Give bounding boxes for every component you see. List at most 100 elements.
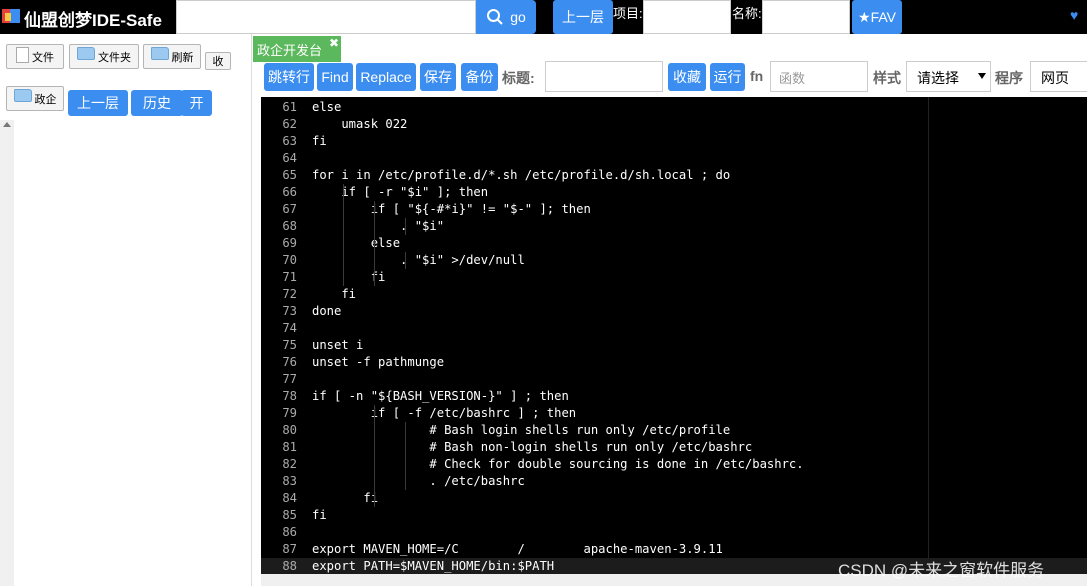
run-button[interactable]: 运行 (710, 63, 745, 91)
code-text: done (312, 304, 342, 318)
gov-folder-button[interactable]: 政企 (6, 86, 64, 111)
find-button[interactable]: Find (317, 63, 353, 91)
style-label: 样式 (873, 70, 901, 86)
code-line[interactable]: 71 fi (261, 269, 1087, 286)
open-button[interactable]: 开 (181, 90, 212, 116)
line-number: 78 (282, 389, 297, 403)
code-line[interactable]: 82 # Check for double sourcing is done i… (261, 456, 1087, 473)
code-line[interactable]: 75 unset i (261, 337, 1087, 354)
code-line[interactable]: 72 fi (261, 286, 1087, 303)
file-tree-scrollbar[interactable] (0, 120, 14, 586)
line-number: 84 (282, 491, 297, 505)
indent-guide (343, 184, 344, 286)
code-line[interactable]: 74 (261, 320, 1087, 337)
new-file-button[interactable]: 文件 (6, 44, 64, 69)
line-number: 65 (282, 168, 297, 182)
heart-icon[interactable]: ♥ (1070, 7, 1078, 23)
code-text: export MAVEN_HOME=/C / apache-maven-3.9.… (312, 542, 723, 556)
code-line[interactable]: 68 . "$i" (261, 218, 1087, 235)
line-number: 79 (282, 406, 297, 420)
code-line[interactable]: 61 else (261, 99, 1087, 116)
code-line[interactable]: 66 if [ -r "$i" ]; then (261, 184, 1087, 201)
function-input[interactable]: 函数 (770, 61, 868, 92)
fav-button[interactable]: ★FAV (852, 0, 902, 34)
line-number: 85 (282, 508, 297, 522)
code-line[interactable]: 84 fi (261, 490, 1087, 507)
go-button[interactable]: go (476, 0, 536, 34)
code-line[interactable]: 67 if [ "${-#*i}" != "$-" ]; then (261, 201, 1087, 218)
scroll-up-arrow-icon[interactable] (3, 122, 11, 127)
name-input[interactable] (762, 0, 850, 34)
line-number: 64 (282, 151, 297, 165)
folder-icon (77, 47, 95, 60)
title-input[interactable] (545, 61, 663, 92)
program-select[interactable]: 网页 (1030, 61, 1087, 92)
gov-label: 政企 (34, 93, 57, 106)
line-number: 61 (282, 100, 297, 114)
code-line[interactable]: 77 (261, 371, 1087, 388)
code-text: fi (312, 508, 327, 522)
indent-guide (405, 252, 406, 269)
project-input[interactable] (643, 0, 731, 34)
code-text: fi (312, 491, 379, 505)
save-button[interactable]: 保存 (420, 63, 456, 91)
code-line[interactable]: 81 # Bash non-login shells run only /etc… (261, 439, 1087, 456)
program-label: 程序 (995, 70, 1023, 86)
tab-label: 政企开发台 (257, 42, 323, 58)
fn-label: fn (750, 68, 764, 84)
app-logo-icon (2, 9, 20, 23)
goto-line-button[interactable]: 跳转行 (264, 63, 314, 91)
code-line[interactable]: 69 else (261, 235, 1087, 252)
line-number: 63 (282, 134, 297, 148)
code-text: if [ -r "$i" ]; then (312, 185, 489, 199)
code-editor[interactable]: 61 else 62 umask 022 63 fi 64 65 for i in /etc/… (261, 97, 1087, 574)
code-line[interactable]: 86 (261, 524, 1087, 541)
search-icon (487, 9, 503, 25)
code-line[interactable]: 65 for i in /etc/profile.d/*.sh /etc/prof… (261, 167, 1087, 184)
collapse-button[interactable]: 收 (205, 52, 231, 70)
watermark: CSDN @未来之窗软件服务 (838, 561, 1045, 580)
new-folder-button[interactable]: 文件夹 (69, 44, 139, 69)
code-line[interactable]: 85 fi (261, 507, 1087, 524)
close-icon[interactable]: ✖ (329, 37, 341, 49)
code-text: unset i (312, 338, 364, 352)
line-number: 86 (282, 525, 297, 539)
collect-button[interactable]: 收藏 (668, 63, 706, 91)
line-number: 71 (282, 270, 297, 284)
code-line[interactable]: 70 . "$i" >/dev/null (261, 252, 1087, 269)
top-bar (0, 0, 1087, 34)
code-line[interactable]: 83 . /etc/bashrc (261, 473, 1087, 490)
line-number: 67 (282, 202, 297, 216)
code-line[interactable]: 64 (261, 150, 1087, 167)
panel-splitter[interactable] (251, 34, 252, 586)
go-label: go (510, 9, 526, 25)
path-input[interactable] (176, 0, 476, 34)
refresh-label: 刷新 (171, 51, 194, 64)
code-text: if [ -n "${BASH_VERSION-}" ] ; then (312, 389, 569, 403)
line-number: 76 (282, 355, 297, 369)
code-text: # Bash non-login shells run only /etc/ba… (312, 440, 753, 454)
indent-guide (374, 201, 375, 286)
topbar-up-button[interactable]: 上一层 (553, 0, 613, 34)
project-label: 项目: (613, 6, 643, 21)
tab-gov-dev[interactable]: 政企开发台 (253, 36, 341, 62)
history-button[interactable]: 历史 (131, 90, 183, 116)
code-line[interactable]: 78 if [ -n "${BASH_VERSION-}" ] ; then (261, 388, 1087, 405)
panel-up-button[interactable]: 上一层 (68, 90, 128, 116)
indent-guide (405, 218, 406, 235)
code-line[interactable]: 62 umask 022 (261, 116, 1087, 133)
replace-button[interactable]: Replace (356, 63, 416, 91)
backup-button[interactable]: 备份 (461, 63, 498, 91)
folder-icon (150, 47, 169, 60)
code-text: . /etc/bashrc (312, 474, 525, 488)
code-line[interactable]: 76 unset -f pathmunge (261, 354, 1087, 371)
chevron-down-icon[interactable] (978, 73, 986, 79)
refresh-button[interactable]: 刷新 (143, 44, 201, 69)
code-line[interactable]: 79 if [ -f /etc/bashrc ] ; then (261, 405, 1087, 422)
code-text: for i in /etc/profile.d/*.sh /etc/profil… (312, 168, 731, 182)
code-line[interactable]: 63 fi (261, 133, 1087, 150)
code-line[interactable]: 73 done (261, 303, 1087, 320)
line-number: 80 (282, 423, 297, 437)
code-line[interactable]: 80 # Bash login shells run only /etc/pro… (261, 422, 1087, 439)
code-text: . "$i" (312, 219, 445, 233)
